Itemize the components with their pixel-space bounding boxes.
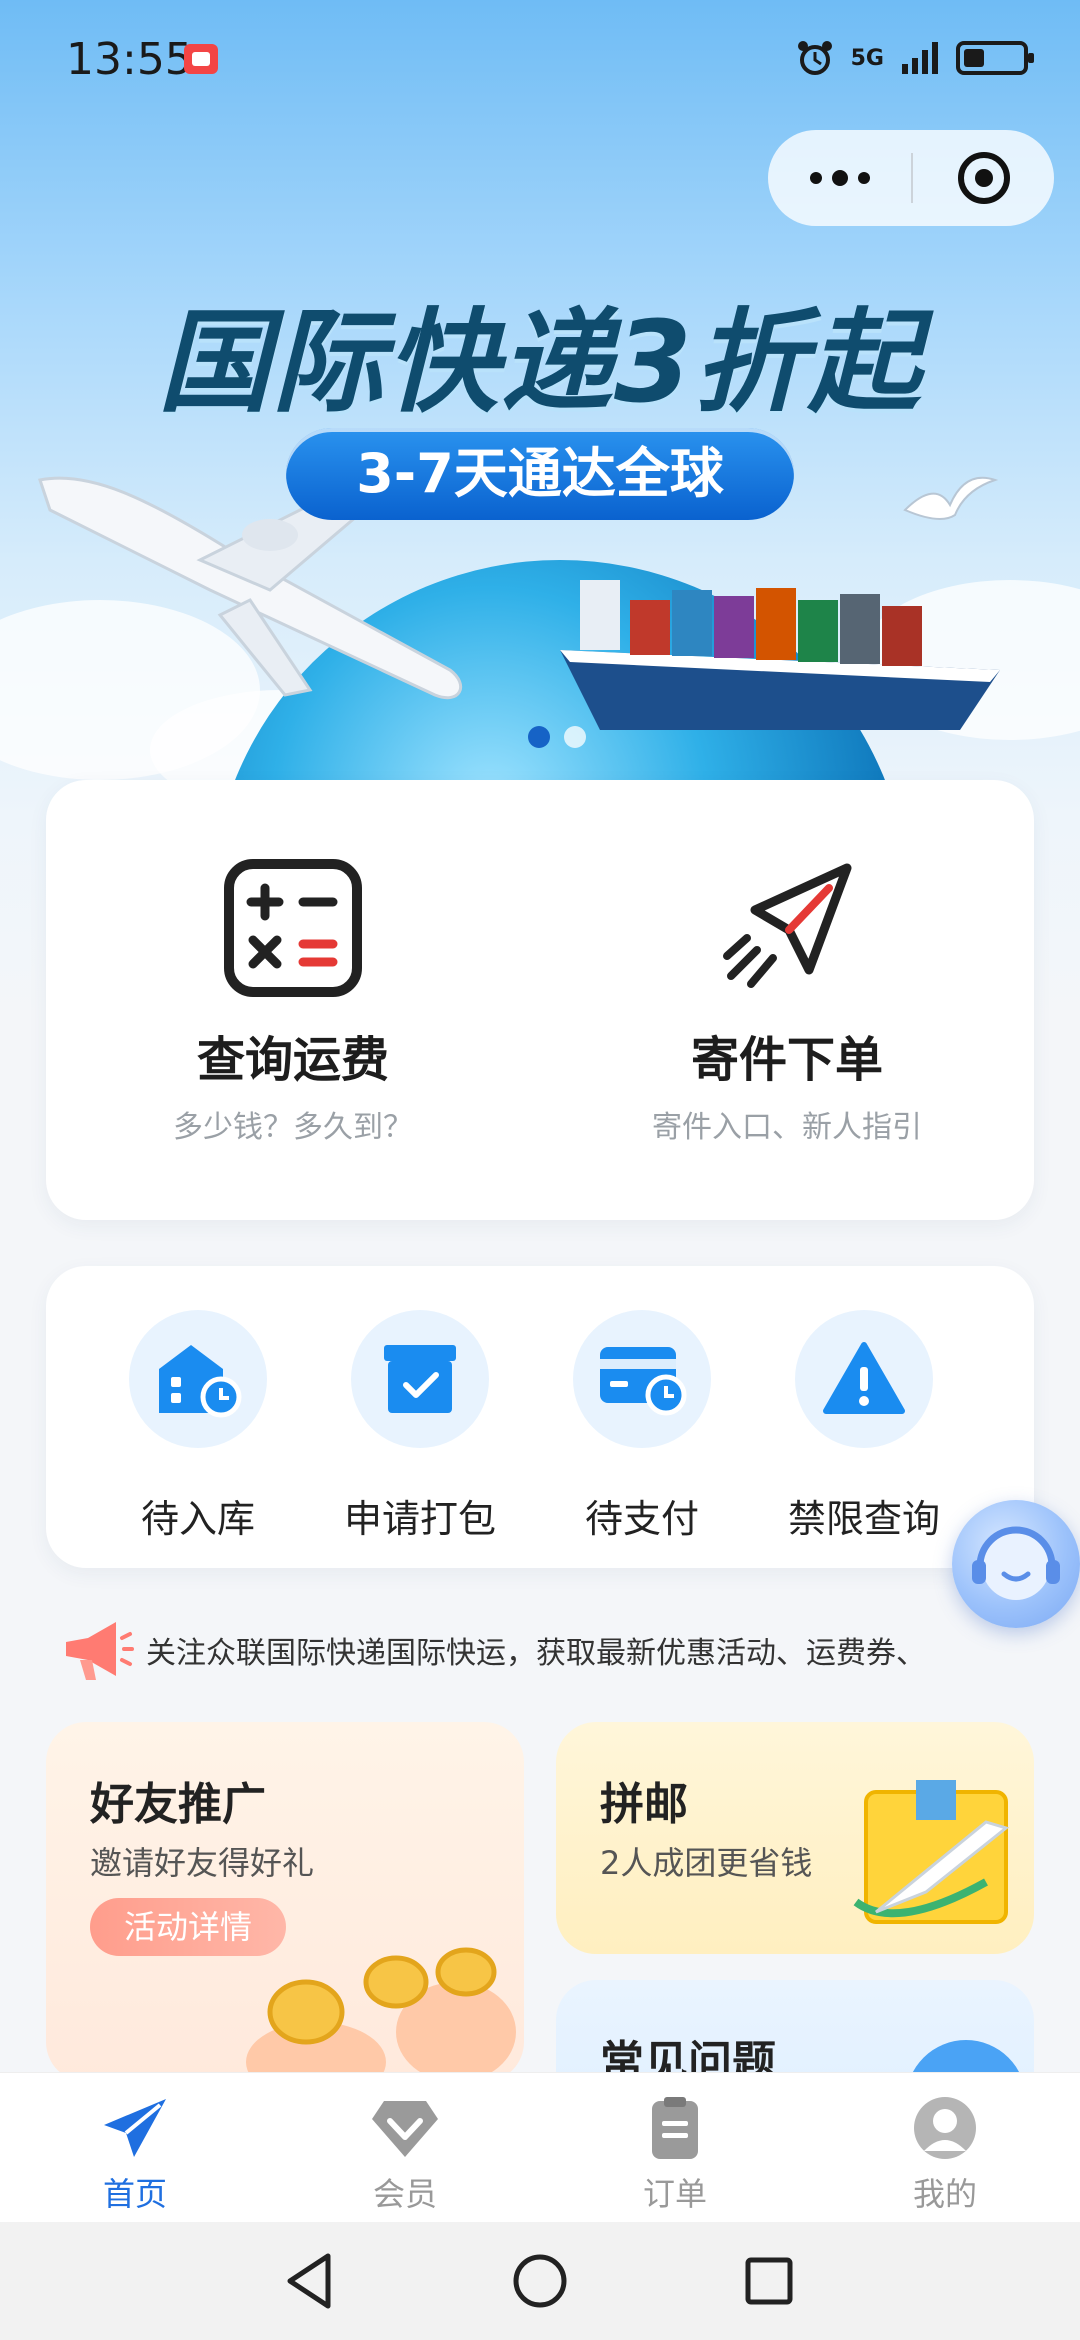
friend-referral-subtitle: 邀请好友得好礼 [90, 1844, 315, 1882]
tab-home[interactable]: 首页 [0, 2073, 270, 2223]
group-shipping-subtitle: 2人成团更省钱 [600, 1844, 813, 1882]
banner-headline: 国际快递3折起 [158, 298, 922, 428]
query-freight-title: 查询运费 [196, 1032, 389, 1088]
send-order-title: 寄件下单 [690, 1032, 883, 1088]
friend-referral-card[interactable]: 好友推广 邀请好友得好礼 活动详情 [46, 1722, 524, 2082]
more-dots-icon[interactable] [768, 130, 911, 226]
banner-subtitle: 3-7天通达全球 [286, 428, 794, 520]
miniprogram-capsule [768, 130, 1054, 226]
package-check-icon [384, 1345, 456, 1413]
carousel-indicator [528, 726, 586, 748]
card-clock-icon [600, 1347, 687, 1416]
restricted-query-button[interactable]: 禁限查询 [754, 1310, 974, 1550]
tab-orders-label: 订单 [642, 2175, 707, 2213]
order-clipboard-icon [652, 2097, 698, 2159]
friend-referral-title: 好友推广 [90, 1779, 266, 1830]
carousel-dot [564, 726, 586, 748]
member-diamond-icon [372, 2101, 438, 2157]
send-order-button[interactable]: 寄件下单 寄件入口、新人指引 [540, 780, 1034, 1220]
bottom-tab-bar: 首页 会员 订单 我的 [0, 2072, 1080, 2222]
alarm-icon [797, 41, 832, 75]
apply-pack-button[interactable]: 申请打包 [310, 1310, 530, 1550]
customer-service-float-button[interactable] [952, 1500, 1080, 1628]
send-order-subtitle: 寄件入口、新人指引 [652, 1110, 922, 1145]
target-close-icon[interactable] [913, 130, 1054, 226]
tab-member-label: 会员 [372, 2175, 437, 2213]
tab-home-label: 首页 [102, 2175, 167, 2213]
recents-square-icon[interactable] [734, 2246, 804, 2316]
back-triangle-icon[interactable] [276, 2246, 346, 2316]
warehouse-clock-icon [159, 1345, 242, 1418]
profile-icon [914, 2097, 976, 2159]
tab-profile-label: 我的 [912, 2175, 977, 2213]
main-actions-card: 查询运费 多少钱？多久到？ 寄件下单 寄件入口、新人指引 [46, 780, 1034, 1220]
megaphone-icon [46, 1610, 146, 1690]
tab-orders[interactable]: 订单 [540, 2073, 810, 2223]
query-freight-subtitle: 多少钱？多久到？ [173, 1110, 413, 1145]
signal-icon [902, 42, 938, 74]
group-shipping-title: 拼邮 [600, 1779, 688, 1830]
pending-payment-button[interactable]: 待支付 [532, 1310, 752, 1550]
seagull-illustration [903, 476, 999, 520]
carousel-dot-active [528, 726, 550, 748]
network-type: 5G [850, 45, 884, 71]
quick-actions-card: 待入库 申请打包 待支付 禁限查询 [46, 1266, 1034, 1568]
tab-profile[interactable]: 我的 [810, 2073, 1080, 2223]
paper-plane-tab-icon [104, 2099, 166, 2157]
pending-warehouse-label: 待入库 [140, 1497, 255, 1541]
headset-icon [972, 1526, 1060, 1600]
tab-member[interactable]: 会员 [270, 2073, 540, 2223]
quick-icon-bg [795, 1310, 933, 1448]
battery-icon [956, 41, 1034, 75]
pending-warehouse-button[interactable]: 待入库 [88, 1310, 308, 1550]
quick-icon-bg [573, 1310, 711, 1448]
status-time: 13:55 [66, 34, 193, 85]
coins-hand-illustration [246, 1947, 516, 2082]
pending-payment-label: 待支付 [584, 1497, 699, 1541]
status-bar: 13:55 5G [0, 0, 1080, 120]
notification-badge-icon [184, 44, 218, 74]
quick-icon-bg [351, 1310, 489, 1448]
warning-icon [823, 1342, 905, 1414]
quick-icon-bg [129, 1310, 267, 1448]
notice-text: 关注众联国际快递国际快运，获取最新优惠活动、运费券、 [146, 1636, 926, 1671]
notice-bar[interactable]: 关注众联国际快递国际快运，获取最新优惠活动、运费券、 [46, 1610, 1080, 1690]
cargo-ship-illustration [560, 580, 1000, 730]
home-circle-icon[interactable] [505, 2246, 575, 2316]
status-icons: 5G [795, 38, 1034, 78]
system-navigation-bar [0, 2222, 1080, 2340]
query-freight-button[interactable]: 查询运费 多少钱？多久到？ [46, 780, 540, 1220]
calculator-icon [224, 859, 362, 997]
apply-pack-label: 申请打包 [343, 1497, 496, 1541]
paper-plane-icon [723, 863, 852, 988]
package-plane-illustration [853, 1780, 1010, 1924]
restricted-query-label: 禁限查询 [787, 1497, 940, 1541]
group-shipping-card[interactable]: 拼邮 2人成团更省钱 [556, 1722, 1034, 1954]
